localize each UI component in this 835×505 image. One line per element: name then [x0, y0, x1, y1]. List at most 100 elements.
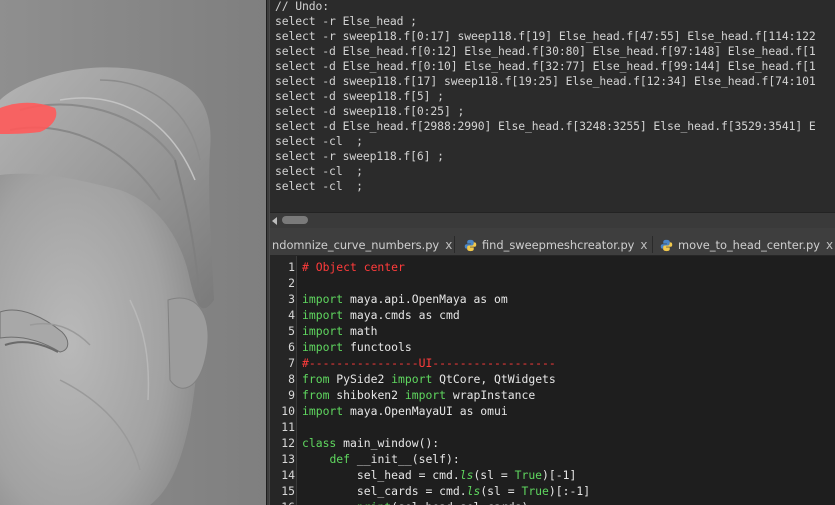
code-keyword: import [302, 404, 344, 418]
code-token: )[:-1] [548, 484, 591, 498]
code-text: sel_head = cmd.ls(sl = True)[-1] [302, 467, 576, 483]
code-token: __init__(self): [350, 452, 460, 466]
line-number: 4 [288, 308, 295, 322]
viewport-3d[interactable] [0, 0, 266, 505]
history-line: // Undo: [275, 0, 330, 13]
code-line[interactable]: 12 class main_window(): [270, 435, 835, 451]
tab-label: find_sweepmeshcreator.py [482, 238, 635, 252]
line-number: 9 [288, 388, 295, 402]
line-number: 8 [288, 372, 295, 386]
code-line[interactable]: 3 import maya.api.OpenMaya as om [270, 291, 835, 307]
code-keyword: print [357, 500, 391, 505]
history-line: select -cl ; [275, 134, 363, 148]
line-number: 7 [288, 356, 295, 370]
line-number: 10 [281, 404, 295, 418]
code-text: import math [302, 323, 377, 339]
line-number: 3 [288, 292, 295, 306]
code-line[interactable]: 15 sel_cards = cmd.ls(sl = True)[:-1] [270, 483, 835, 499]
code-line[interactable]: 6 import functools [270, 339, 835, 355]
close-tab-icon[interactable]: x [445, 235, 452, 255]
code-text: from PySide2 import QtCore, QtWidgets [302, 371, 556, 387]
code-line[interactable]: 13 def __init__(self): [270, 451, 835, 467]
code-keyword: import [302, 324, 344, 338]
code-token: )[-1] [542, 468, 577, 482]
code-text: import maya.cmds as cmd [302, 307, 460, 323]
code-token: math [343, 324, 378, 338]
code-keyword: import [302, 292, 344, 306]
code-lines: 1 # Object center 2 3 import maya.api.OpenMa… [270, 259, 835, 505]
code-token: (sel_head,sel_cards) [391, 500, 528, 505]
line-number: 16 [270, 499, 295, 505]
code-line[interactable]: 9 from shiboken2 import wrapInstance [270, 387, 835, 403]
history-line: select -r Else_head ; [275, 14, 417, 28]
code-text: #----------------UI------------------ [302, 355, 556, 371]
history-line: select -d Else_head.f[0:12] Else_head.f[… [275, 44, 816, 58]
code-keyword: import [391, 372, 433, 386]
line-number: 15 [281, 484, 295, 498]
tab-divider [454, 236, 455, 253]
history-line: select -d sweep118.f[0:25] ; [275, 104, 465, 118]
code-line[interactable]: 7 #----------------UI------------------ [270, 355, 835, 371]
code-line[interactable]: 8 from PySide2 import QtCore, QtWidgets [270, 371, 835, 387]
line-number: 2 [288, 276, 295, 290]
code-token: shiboken2 [329, 388, 405, 402]
code-keyword: True [514, 468, 543, 482]
python-icon [660, 239, 673, 251]
line-number: 14 [281, 468, 295, 482]
code-token: QtCore, QtWidgets [432, 372, 556, 386]
tab-move-to-head-center[interactable]: move_to_head_center.py x [660, 235, 833, 255]
code-text: sel_cards = cmd.ls(sl = True)[:-1] [302, 483, 590, 499]
code-line[interactable]: 11 [270, 419, 835, 435]
scroll-left-arrow-icon[interactable] [272, 217, 277, 225]
history-horizontal-scrollbar[interactable] [270, 212, 835, 228]
tab-randomnize-curve-numbers[interactable]: ndomnize_curve_numbers.py x [272, 235, 452, 255]
close-tab-icon[interactable]: x [826, 235, 833, 255]
code-text: import maya.api.OpenMaya as om [302, 291, 508, 307]
code-function: ls [459, 468, 474, 482]
code-keyword: def [329, 452, 351, 466]
code-token: (sl = [473, 468, 515, 482]
history-line: select -cl ; [275, 179, 363, 193]
code-line[interactable]: 16 print(sel_head,sel_cards) [270, 499, 835, 505]
code-text: print(sel_head,sel_cards) [302, 499, 528, 505]
code-line[interactable]: 14 sel_head = cmd.ls(sl = True)[-1] [270, 467, 835, 483]
code-keyword: import [302, 308, 344, 322]
code-keyword: from [302, 388, 330, 402]
code-line[interactable]: 10 import maya.OpenMayaUI as omui [270, 403, 835, 419]
code-token: main_window(): [336, 436, 440, 450]
history-line: select -d sweep118.f[17] sweep118.f[19:2… [275, 74, 816, 88]
code-token: sel_cards = cmd. [302, 484, 467, 498]
history-line: select -d Else_head.f[2988:2990] Else_he… [275, 119, 816, 133]
code-comment: #----------------UI------------------ [302, 356, 556, 370]
code-function: ls [466, 484, 481, 498]
code-keyword: True [521, 484, 549, 498]
scrollbar-thumb[interactable] [282, 216, 308, 224]
code-text: def __init__(self): [302, 451, 460, 467]
code-text: # Object center [302, 259, 405, 275]
code-keyword: class [302, 436, 337, 450]
code-line[interactable]: 4 import maya.cmds as cmd [270, 307, 835, 323]
code-text: import functools [302, 339, 412, 355]
code-token: sel_head = cmd. [302, 468, 460, 482]
code-text: from shiboken2 import wrapInstance [302, 387, 535, 403]
code-line[interactable]: 1 # Object center [270, 259, 835, 275]
code-line[interactable]: 2 [270, 275, 835, 291]
code-editor[interactable]: 1 # Object center 2 3 import maya.api.OpenMa… [270, 256, 835, 505]
history-line: select -r sweep118.f[6] ; [275, 149, 444, 163]
tab-find-sweepmeshcreator[interactable]: find_sweepmeshcreator.py x [464, 235, 648, 255]
history-lines: // Undo: select -r Else_head ; select -r… [275, 0, 816, 194]
code-token: functools [343, 340, 412, 354]
code-keyword: from [302, 372, 330, 386]
code-text: import maya.OpenMayaUI as omui [302, 403, 508, 419]
code-token: maya.api.OpenMaya as om [343, 292, 508, 306]
code-token: (sl = [480, 484, 522, 498]
code-line[interactable]: 5 import math [270, 323, 835, 339]
code-token: wrapInstance [446, 388, 536, 402]
close-tab-icon[interactable]: x [640, 235, 647, 255]
line-number: 12 [281, 436, 295, 450]
tab-label: move_to_head_center.py [678, 238, 820, 252]
history-line: select -d Else_head.f[0:10] Else_head.f[… [275, 59, 816, 73]
python-icon [464, 239, 477, 251]
